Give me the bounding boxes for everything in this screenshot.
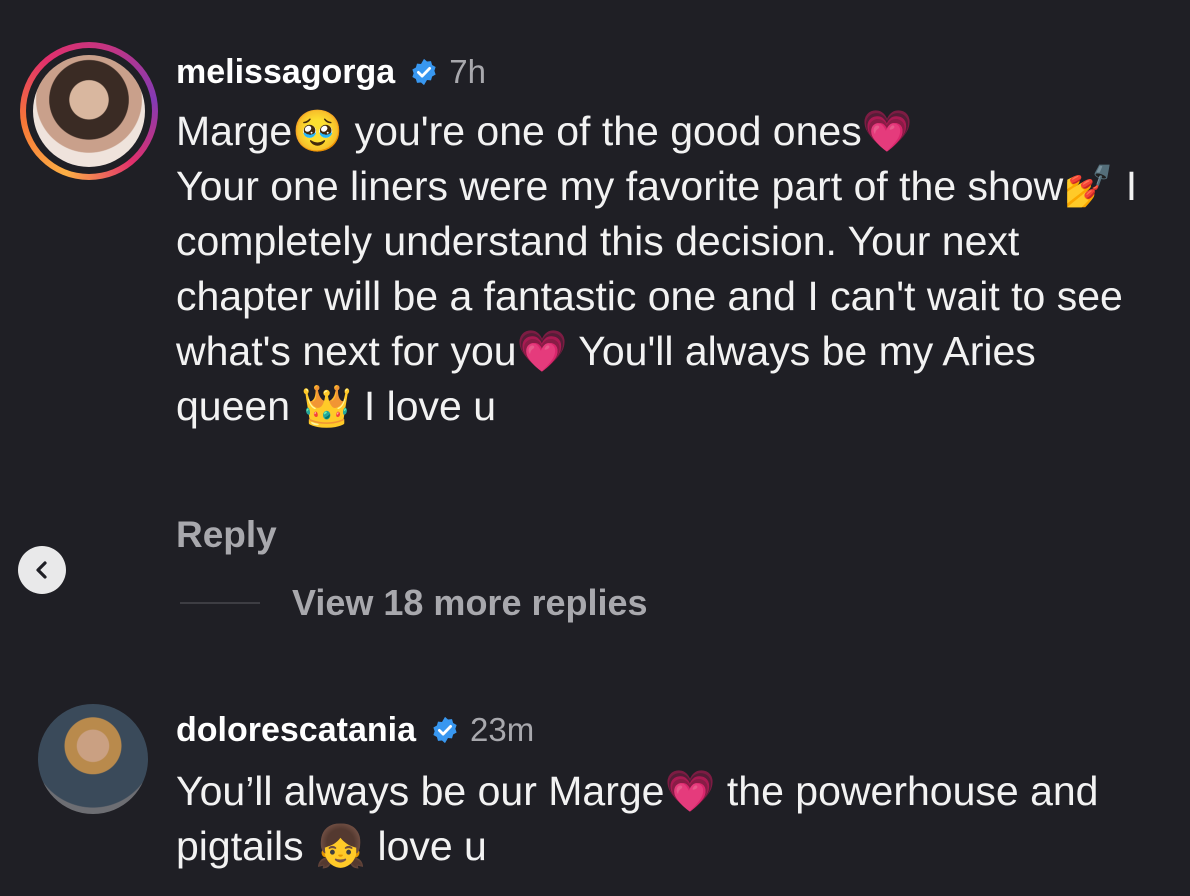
chevron-left-icon <box>36 561 47 579</box>
username[interactable]: dolorescatania <box>176 711 416 750</box>
comment-header: dolorescatania 23m <box>176 700 1176 760</box>
comment-body: dolorescatania 23m You’ll always be our … <box>176 700 1176 874</box>
avatar-story-ring[interactable] <box>20 42 158 180</box>
username[interactable]: melissagorga <box>176 53 395 92</box>
comment-text: You’ll always be our Marge💗 the powerhou… <box>176 768 1099 869</box>
avatar <box>33 55 145 167</box>
timestamp: 7h <box>449 53 486 90</box>
comment-header: melissagorga 7h <box>176 42 1156 102</box>
back-button[interactable] <box>18 546 66 594</box>
divider-line <box>180 602 260 604</box>
view-more-replies-label: View 18 more replies <box>292 582 648 623</box>
comment-body: melissagorga 7h Marge🥹 you're one of the… <box>176 42 1156 434</box>
timestamp: 23m <box>469 711 535 748</box>
comment-text: Marge🥹 you're one of the good ones💗 Your… <box>176 108 1138 429</box>
view-more-replies-button[interactable]: View 18 more replies <box>180 582 648 624</box>
avatar[interactable] <box>38 704 148 814</box>
reply-button[interactable]: Reply <box>176 514 277 556</box>
verified-badge-icon <box>412 58 436 86</box>
verified-badge-icon <box>433 716 457 744</box>
